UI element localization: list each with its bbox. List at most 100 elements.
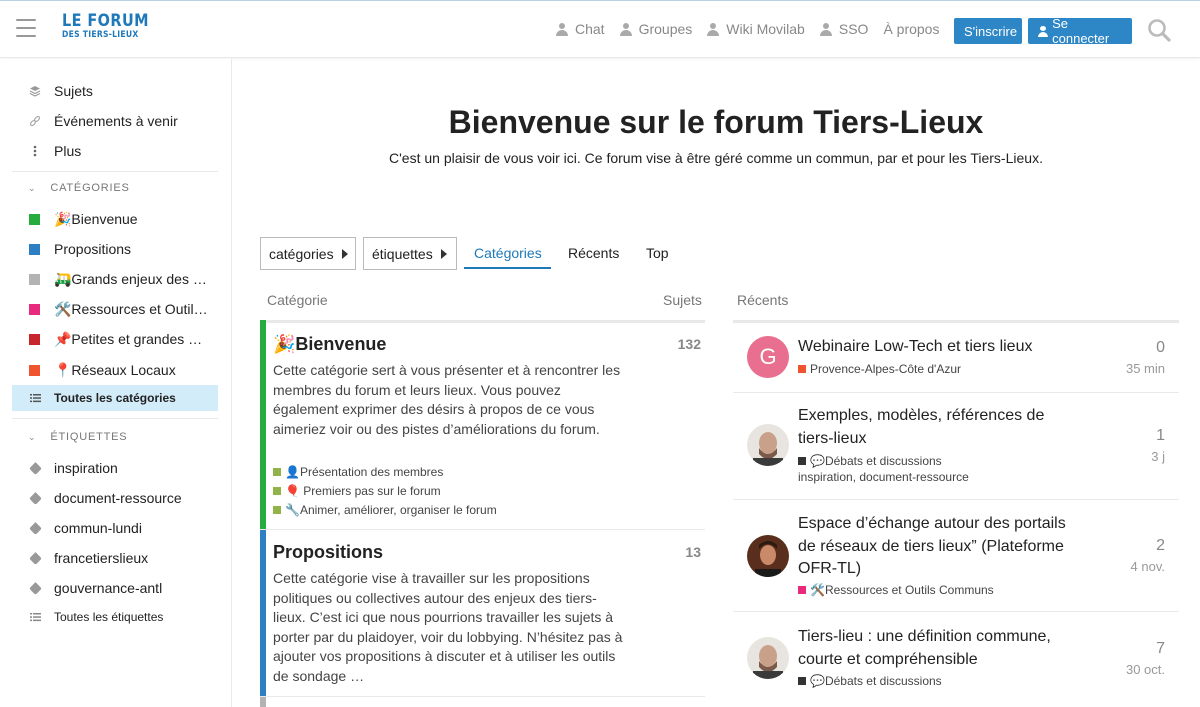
tag-icon	[28, 551, 42, 565]
topic-category[interactable]: 💬Débats et discussions	[798, 674, 942, 688]
nav-label: SSO	[838, 21, 869, 37]
nav-chat[interactable]: Chat	[556, 21, 605, 37]
nav-apropos[interactable]: À propos	[883, 21, 939, 37]
tab-categories[interactable]: Catégories	[474, 245, 542, 261]
categories-section-toggle[interactable]: ⌄ CATÉGORIES	[28, 182, 130, 194]
sidebar-item-sujets[interactable]: Sujets	[12, 78, 218, 104]
sidebar-tag-francetierslieux[interactable]: francetierslieux	[12, 545, 218, 571]
sidebar-item-evenements[interactable]: Événements à venir	[12, 108, 218, 134]
signup-label: S'inscrire	[964, 23, 1018, 39]
list-icon	[28, 612, 42, 622]
topic-row[interactable]: Exemples, modèles, références de tiers-l…	[733, 393, 1179, 500]
list-icon	[28, 393, 42, 403]
user-icon	[556, 22, 568, 36]
nav-sso[interactable]: SSO	[819, 21, 869, 37]
page-title: Bienvenue sur le forum Tiers-Lieux	[448, 104, 984, 140]
sidebar-category-propositions[interactable]: Propositions	[12, 236, 218, 262]
sidebar-label: 📍Réseaux Locaux	[54, 361, 176, 378]
sidebar-tag-document-ressource[interactable]: document-ressource	[12, 485, 218, 511]
avatar[interactable]: G	[747, 336, 789, 378]
topic-category[interactable]: Provence-Alpes-Côte d'Azur	[798, 362, 961, 376]
category-topic-count: 132	[677, 336, 701, 352]
sidebar-category-bienvenue[interactable]: 🎉Bienvenue	[12, 206, 218, 232]
sidebar-label: Toutes les étiquettes	[54, 610, 164, 624]
avatar[interactable]	[747, 535, 789, 577]
category-row-bienvenue[interactable]: 🎉Bienvenue 132 Cette catégorie sert à vo…	[260, 320, 705, 530]
tags-dropdown[interactable]: étiquettes	[363, 237, 457, 270]
sidebar-label: Toutes les catégories	[54, 391, 176, 405]
category-row-propositions[interactable]: Propositions 13 Cette catégorie vise à t…	[260, 530, 705, 697]
categories-section-title: CATÉGORIES	[50, 182, 130, 194]
sidebar-all-categories[interactable]: Toutes les catégories	[12, 385, 218, 411]
category-color-square	[798, 677, 806, 685]
search-icon[interactable]	[1147, 18, 1171, 42]
subcategory-label: 🔧Animer, améliorer, organiser le forum	[285, 503, 497, 517]
topic-title[interactable]: Webinaire Low-Tech et tiers lieux	[798, 336, 1078, 359]
topic-category-label: 💬Débats et discussions	[810, 674, 942, 688]
subcategory-color-square	[273, 468, 281, 476]
sidebar-label: Plus	[54, 143, 82, 159]
nav-wiki[interactable]: Wiki Movilab	[707, 21, 805, 37]
nav-label: À propos	[883, 21, 940, 37]
hamburger-menu-icon[interactable]	[16, 19, 36, 37]
tab-top[interactable]: Top	[646, 245, 669, 261]
sidebar-category-ressources[interactable]: 🛠️Ressources et Outils Communs	[12, 296, 218, 322]
topic-age[interactable]: 3 j	[1151, 449, 1165, 464]
tags-section-toggle[interactable]: ⌄ ÉTIQUETTES	[28, 431, 127, 443]
avatar[interactable]	[747, 637, 789, 679]
topic-age[interactable]: 35 min	[1126, 361, 1165, 376]
sidebar-category-reseaux[interactable]: 📍Réseaux Locaux	[12, 357, 218, 383]
tab-recents[interactable]: Récents	[568, 245, 619, 261]
signup-button[interactable]: S'inscrire	[954, 18, 1022, 44]
topic-title[interactable]: Exemples, modèles, références de tiers-l…	[798, 405, 1078, 450]
avatar[interactable]	[747, 424, 789, 466]
topic-category[interactable]: 🛠️Ressources et Outils Communs	[798, 583, 994, 597]
sidebar-all-tags[interactable]: Toutes les étiquettes	[12, 604, 218, 630]
category-color-bar	[260, 320, 266, 529]
sidebar-category-grands-enjeux[interactable]: 🛺Grands enjeux des tiers-lieux	[12, 266, 218, 292]
column-header-topics: Sujets	[663, 292, 702, 308]
nav-groupes[interactable]: Groupes	[619, 21, 692, 37]
category-name[interactable]: Propositions	[273, 542, 383, 563]
topic-row[interactable]: Tiers-lieu : une définition commune, cou…	[733, 612, 1179, 707]
categories-dropdown[interactable]: catégories	[260, 237, 356, 270]
topic-reply-count: 2	[1156, 537, 1165, 554]
topic-category-label: 💬Débats et discussions	[810, 454, 942, 468]
topic-category[interactable]: 💬Débats et discussions	[798, 454, 942, 468]
topic-title[interactable]: Tiers-lieu : une définition commune, cou…	[798, 626, 1078, 671]
user-icon	[619, 22, 632, 36]
sidebar-tag-commun-lundi[interactable]: commun-lundi	[12, 515, 218, 541]
sidebar-item-plus[interactable]: Plus	[12, 138, 218, 164]
topic-reply-count: 7	[1156, 640, 1165, 657]
sidebar-label: francetierslieux	[54, 550, 149, 566]
sidebar-tag-gouvernance-antl[interactable]: gouvernance-antl	[12, 575, 218, 601]
topic-tags[interactable]: inspiration, document-ressource	[798, 470, 969, 484]
category-color-square	[29, 333, 40, 345]
tag-icon-wrap	[28, 521, 42, 535]
login-button[interactable]: Se connecter	[1028, 16, 1132, 46]
topic-age[interactable]: 4 nov.	[1131, 559, 1165, 574]
site-logo[interactable]: LE FORUM DES TIERS-LIEUX	[62, 13, 164, 40]
category-topic-count: 13	[685, 544, 701, 560]
subcategory-link[interactable]: 👤Présentation des membres	[273, 465, 443, 479]
site-header: LE FORUM DES TIERS-LIEUX Chat Groupes Wi…	[0, 0, 1200, 58]
topic-category-label: Provence-Alpes-Côte d'Azur	[810, 362, 962, 376]
sidebar-tag-inspiration[interactable]: inspiration	[12, 455, 218, 481]
topic-row[interactable]: G Webinaire Low-Tech et tiers lieux Prov…	[733, 322, 1179, 393]
topic-row[interactable]: Espace d’échange autour des portails de …	[733, 500, 1179, 612]
tab-active-underline	[464, 267, 551, 269]
sidebar-category-annonces[interactable]: 📌Petites et grandes annonces	[12, 326, 218, 352]
sidebar-label: document-ressource	[54, 490, 182, 506]
topic-title[interactable]: Espace d’échange autour des portails de …	[798, 513, 1078, 581]
sidebar-label: 📌Petites et grandes annonces	[54, 330, 209, 347]
logo-line2: DES TIERS-LIEUX	[62, 30, 139, 40]
topic-age[interactable]: 30 oct.	[1126, 662, 1165, 677]
user-icon	[707, 22, 720, 36]
sidebar-label: inspiration	[54, 460, 118, 476]
category-name[interactable]: 🎉Bienvenue	[273, 334, 386, 355]
column-header-category: Catégorie	[267, 292, 328, 308]
subcategory-link[interactable]: 🔧Animer, améliorer, organiser le forum	[273, 503, 497, 517]
category-description: Cette catégorie sert à vous présenter et…	[273, 362, 621, 437]
subcategory-label: 👤Présentation des membres	[285, 465, 444, 479]
subcategory-link[interactable]: 🎈 Premiers pas sur le forum	[273, 484, 441, 498]
